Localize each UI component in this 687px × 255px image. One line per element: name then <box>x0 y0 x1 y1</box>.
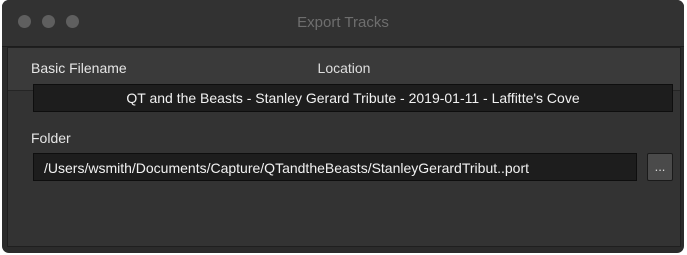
basic-filename-label: Basic Filename <box>31 60 127 76</box>
location-panel: Location <box>7 47 681 247</box>
folder-label: Folder <box>31 130 71 146</box>
folder-path-field[interactable]: /Users/wsmith/Documents/Capture/QTandthe… <box>33 153 637 181</box>
title-bar[interactable]: Export Tracks <box>2 0 684 47</box>
basic-filename-field[interactable]: QT and the Beasts - Stanley Gerard Tribu… <box>33 84 673 112</box>
export-tracks-window: Export Tracks Location Basic Filename QT… <box>2 0 684 253</box>
window-title: Export Tracks <box>297 14 389 31</box>
browse-folder-button[interactable]: ... <box>647 153 673 181</box>
